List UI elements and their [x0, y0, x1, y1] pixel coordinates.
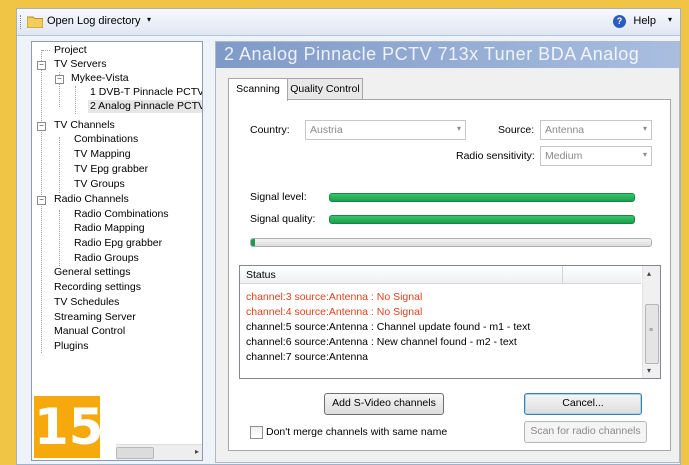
- tree-item-tv-servers[interactable]: TV Servers: [54, 58, 107, 71]
- page-title-banner: 2 Analog Pinnacle PCTV 713x Tuner BDA An…: [216, 42, 679, 68]
- country-value: Austria: [310, 124, 343, 136]
- radio-sensitivity-value: Medium: [545, 150, 583, 162]
- tree-line: [59, 210, 60, 266]
- signal-level-bar: [329, 193, 635, 202]
- add-svideo-channels-button[interactable]: Add S-Video channels: [324, 393, 444, 415]
- tree-item-plugins[interactable]: Plugins: [54, 340, 88, 353]
- status-vertical-scrollbar[interactable]: ▴ ≡ ▾: [642, 266, 660, 378]
- scanning-panel: Country: Austria ▾ Source: Antenna ▾ Rad…: [228, 99, 671, 451]
- tree-item-streaming-server[interactable]: Streaming Server: [54, 311, 136, 324]
- source-label: Source:: [498, 124, 535, 136]
- tree-item-tuner-1[interactable]: 1 DVB-T Pinnacle PCTV: [90, 86, 202, 99]
- tab-quality-control[interactable]: Quality Control: [287, 78, 363, 100]
- chevron-down-icon[interactable]: ▾: [147, 15, 151, 24]
- source-value: Antenna: [545, 124, 585, 136]
- scrollbar-thumb[interactable]: ≡: [645, 304, 659, 364]
- tree-item-radio-channels[interactable]: Radio Channels: [54, 193, 129, 206]
- tree-item-radio-combinations[interactable]: Radio Combinations: [74, 208, 169, 221]
- tree-item-general-settings[interactable]: General settings: [54, 266, 130, 279]
- tree-item-tv-channels[interactable]: TV Channels: [54, 119, 115, 132]
- tree-item-radio-epg-grabber[interactable]: Radio Epg grabber: [74, 237, 162, 250]
- collapse-icon[interactable]: −: [37, 61, 46, 70]
- tree-item-tv-epg-grabber[interactable]: TV Epg grabber: [74, 163, 148, 176]
- status-column-header[interactable]: Status: [240, 266, 641, 284]
- tree-item-recording-settings[interactable]: Recording settings: [54, 281, 141, 294]
- status-list[interactable]: Status channel:3 source:Antenna : No Sig…: [239, 265, 661, 379]
- step-number-badge: 15: [34, 396, 104, 458]
- tree-item-project[interactable]: Project: [54, 44, 87, 57]
- signal-level-label: Signal level:: [250, 191, 307, 203]
- folder-icon: [27, 16, 43, 28]
- grip-icon: ≡: [649, 327, 654, 334]
- status-header-label: Status: [246, 269, 276, 281]
- scan-progress-bar: [250, 238, 652, 247]
- open-log-directory-button[interactable]: Open Log directory: [47, 15, 141, 27]
- scan-progress-fill: [251, 239, 255, 246]
- main-panel: 2 Analog Pinnacle PCTV 713x Tuner BDA An…: [215, 41, 680, 463]
- help-icon[interactable]: ?: [613, 15, 626, 28]
- collapse-icon[interactable]: −: [55, 75, 64, 84]
- signal-quality-bar: [329, 215, 635, 224]
- chevron-right-icon[interactable]: ▸: [195, 447, 199, 456]
- tree-line: [59, 137, 60, 193]
- tree-line: [75, 86, 76, 114]
- country-select[interactable]: Austria ▾: [305, 120, 466, 140]
- list-item[interactable]: channel:6 source:Antenna : New channel f…: [246, 336, 517, 348]
- chevron-down-icon[interactable]: ▾: [647, 366, 651, 375]
- chevron-down-icon: ▾: [642, 124, 647, 133]
- toolbar-grip[interactable]: [20, 15, 23, 29]
- country-label: Country:: [250, 124, 290, 136]
- radio-sensitivity-label: Radio sensitivity:: [456, 150, 535, 162]
- tree-item-tv-mapping[interactable]: TV Mapping: [74, 148, 131, 161]
- tree-item-radio-groups[interactable]: Radio Groups: [74, 252, 139, 265]
- tree-item-mykee-vista[interactable]: Mykee-Vista: [71, 72, 129, 85]
- radio-sensitivity-select[interactable]: Medium ▾: [540, 146, 652, 166]
- tree-item-radio-mapping[interactable]: Radio Mapping: [74, 222, 145, 235]
- source-select[interactable]: Antenna ▾: [540, 120, 652, 140]
- chevron-down-icon: ▾: [456, 124, 461, 133]
- list-item[interactable]: channel:7 source:Antenna: [246, 351, 368, 363]
- page-title: 2 Analog Pinnacle PCTV 713x Tuner BDA An…: [224, 44, 640, 64]
- column-divider[interactable]: [562, 266, 563, 283]
- signal-quality-label: Signal quality:: [250, 213, 316, 225]
- scrollbar-thumb[interactable]: [116, 447, 154, 459]
- list-item[interactable]: channel:5 source:Antenna : Channel updat…: [246, 321, 530, 333]
- list-item[interactable]: channel:3 source:Antenna : No Signal: [246, 291, 422, 303]
- list-item[interactable]: channel:4 source:Antenna : No Signal: [246, 306, 422, 318]
- help-button[interactable]: Help: [633, 15, 656, 27]
- app-window: Open Log directory ▾ ? Help ▾ Project − …: [16, 8, 681, 465]
- tree-line: [42, 50, 50, 51]
- dont-merge-checkbox[interactable]: [250, 426, 263, 439]
- tree-item-combinations[interactable]: Combinations: [74, 133, 138, 146]
- collapse-icon[interactable]: −: [37, 196, 46, 205]
- collapse-icon[interactable]: −: [37, 122, 46, 131]
- cancel-button[interactable]: Cancel...: [524, 393, 642, 415]
- tree-item-tv-groups[interactable]: TV Groups: [74, 178, 125, 191]
- tree-item-tuner-2[interactable]: 2 Analog Pinnacle PCTV: [88, 100, 202, 113]
- chevron-down-icon: ▾: [642, 150, 647, 159]
- toolbar: Open Log directory ▾ ? Help ▾: [17, 9, 680, 36]
- tree-item-tv-schedules[interactable]: TV Schedules: [54, 296, 119, 309]
- tree-item-manual-control[interactable]: Manual Control: [54, 325, 125, 338]
- chevron-down-icon[interactable]: ▾: [668, 15, 672, 24]
- tree-horizontal-scrollbar[interactable]: ▸: [116, 444, 202, 460]
- scan-radio-channels-button[interactable]: Scan for radio channels: [524, 421, 647, 443]
- tab-scanning[interactable]: Scanning: [228, 78, 288, 101]
- chevron-up-icon[interactable]: ▴: [647, 269, 651, 278]
- dont-merge-label: Don't merge channels with same name: [266, 426, 448, 438]
